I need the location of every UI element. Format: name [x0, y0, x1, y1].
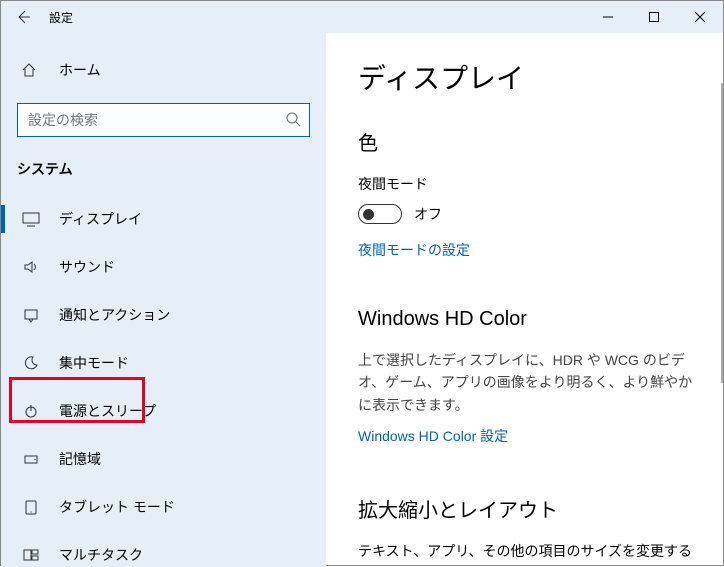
sidebar-item-display[interactable]: ディスプレイ: [1, 195, 326, 243]
notification-icon: [21, 307, 41, 323]
search-input[interactable]: [26, 111, 285, 129]
storage-icon: [21, 451, 41, 467]
moon-icon: [21, 355, 41, 371]
night-mode-state: オフ: [414, 204, 442, 224]
hd-color-description: 上で選択したディスプレイに、HDR や WCG のビデオ、ゲーム、アプリの画像を…: [358, 349, 697, 416]
scale-description: テキスト、アプリ、その他の項目のサイズを変更する: [358, 541, 697, 561]
sidebar-item-focus-assist[interactable]: 集中モード: [1, 339, 326, 387]
hd-color-settings-link[interactable]: Windows HD Color 設定: [358, 426, 508, 446]
sidebar-item-storage[interactable]: 記憶域: [1, 435, 326, 483]
night-mode-settings-link[interactable]: 夜間モードの設定: [358, 240, 470, 260]
sidebar: ホーム システム ディスプレイ サウンド 通知とアクション: [1, 33, 326, 567]
sidebar-item-tablet[interactable]: タブレット モード: [1, 483, 326, 531]
scrollbar[interactable]: [721, 83, 723, 383]
sidebar-item-label: ディスプレイ: [59, 209, 142, 229]
home-icon: [21, 62, 41, 78]
home-link[interactable]: ホーム: [1, 51, 326, 89]
sidebar-item-sound[interactable]: サウンド: [1, 243, 326, 291]
scale-heading: 拡大縮小とレイアウト: [358, 494, 697, 523]
sidebar-item-power[interactable]: 電源とスリープ: [1, 387, 326, 435]
power-icon: [21, 403, 41, 419]
sidebar-item-label: 記憶域: [59, 449, 101, 469]
section-label: システム: [1, 151, 326, 195]
toggle-knob: [363, 209, 374, 220]
sidebar-item-notifications[interactable]: 通知とアクション: [1, 291, 326, 339]
sidebar-item-label: 通知とアクション: [59, 305, 170, 325]
titlebar: 設定: [1, 1, 723, 33]
page-title: ディスプレイ: [358, 57, 697, 97]
display-icon: [21, 211, 41, 227]
content-area: ディスプレイ 色 夜間モード オフ 夜間モードの設定 Windows HD Co…: [326, 33, 723, 567]
sound-icon: [21, 259, 41, 275]
window-title: 設定: [49, 9, 73, 26]
search-box[interactable]: [17, 103, 310, 137]
sidebar-item-multitask[interactable]: マルチタスク: [1, 531, 326, 567]
back-button[interactable]: [1, 1, 45, 33]
hd-color-heading: Windows HD Color: [358, 308, 697, 331]
sidebar-item-label: タブレット モード: [59, 497, 175, 517]
color-heading: 色: [358, 127, 697, 156]
night-mode-label: 夜間モード: [358, 174, 697, 194]
sidebar-item-label: 電源とスリープ: [59, 401, 156, 421]
tablet-icon: [21, 499, 41, 515]
sidebar-item-label: マルチタスク: [59, 545, 143, 565]
night-mode-toggle[interactable]: [358, 204, 402, 224]
sidebar-item-label: 集中モード: [59, 353, 129, 373]
maximize-button[interactable]: [631, 1, 677, 33]
multitask-icon: [21, 547, 41, 563]
close-button[interactable]: [677, 1, 723, 33]
minimize-button[interactable]: [585, 1, 631, 33]
sidebar-item-label: サウンド: [59, 257, 115, 277]
search-icon: [285, 111, 301, 130]
home-label: ホーム: [59, 60, 101, 80]
